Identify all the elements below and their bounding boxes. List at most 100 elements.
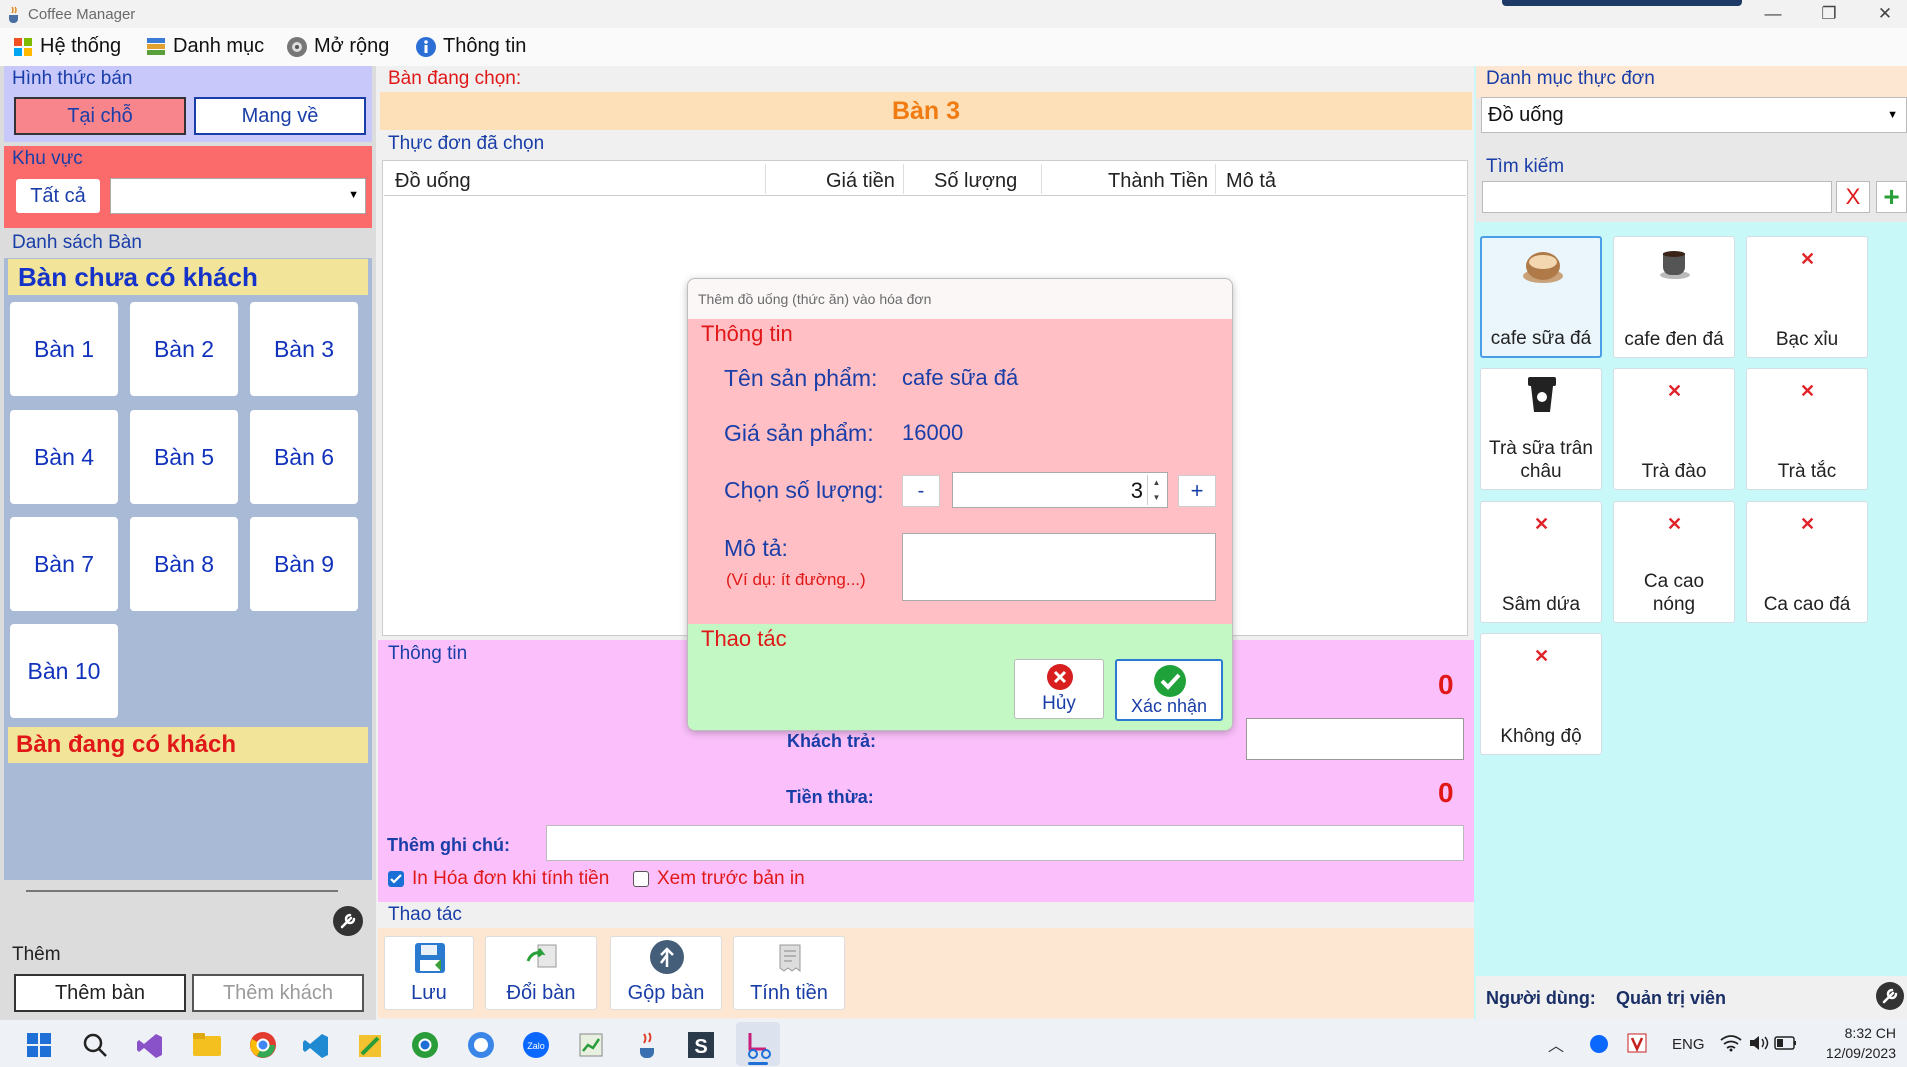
- menu-danh-muc[interactable]: Danh mục: [145, 35, 264, 58]
- dine-in-button[interactable]: Tại chỗ: [14, 97, 186, 135]
- settings-wrench-icon[interactable]: [1876, 982, 1904, 1010]
- browser-icon[interactable]: [410, 1030, 440, 1060]
- clock-time[interactable]: 8:32 CH: [1818, 1025, 1896, 1041]
- preview-print-checkbox[interactable]: [633, 871, 649, 887]
- vscode-icon[interactable]: [302, 1032, 330, 1060]
- print-invoice-checkbox[interactable]: [388, 871, 404, 887]
- area-select[interactable]: ▼: [110, 178, 366, 214]
- decrease-quantity-button[interactable]: -: [902, 475, 940, 507]
- switch-table-button[interactable]: Đổi bàn: [485, 936, 597, 1010]
- battery-icon[interactable]: [1774, 1035, 1798, 1051]
- table-button[interactable]: Bàn 8: [130, 517, 238, 611]
- save-button[interactable]: Lưu: [384, 936, 474, 1010]
- search-input[interactable]: [1482, 181, 1832, 213]
- column-header-do-uong[interactable]: Đồ uống: [395, 170, 471, 193]
- column-header-gia-tien[interactable]: Giá tiền: [826, 170, 895, 193]
- maximize-button[interactable]: ❐: [1801, 0, 1857, 28]
- clear-search-button[interactable]: X: [1836, 181, 1870, 213]
- takeaway-button[interactable]: Mang về: [194, 97, 366, 135]
- cancel-icon: [1047, 664, 1073, 690]
- checkout-button[interactable]: Tính tiền: [733, 936, 845, 1010]
- table-button[interactable]: Bàn 10: [10, 624, 118, 718]
- column-header-mo-ta[interactable]: Mô tả: [1226, 170, 1276, 193]
- zalo-tray-icon[interactable]: [1588, 1034, 1610, 1054]
- column-header-so-luong[interactable]: Số lượng: [934, 170, 1017, 193]
- print-invoice-label[interactable]: In Hóa đơn khi tính tiền: [412, 868, 609, 890]
- increase-quantity-button[interactable]: +: [1178, 475, 1216, 507]
- language-indicator[interactable]: ENG: [1672, 1036, 1705, 1053]
- antivirus-tray-icon[interactable]: [1626, 1032, 1648, 1054]
- close-window-button[interactable]: ✕: [1857, 0, 1907, 28]
- selected-table-value: Bàn 3: [891, 97, 961, 125]
- menu-thong-tin[interactable]: Thông tin: [415, 35, 526, 58]
- confirm-button[interactable]: Xác nhận: [1115, 659, 1223, 721]
- start-icon[interactable]: [26, 1032, 52, 1058]
- actions-panel: Lưu Đổi bàn Gộp bàn Tính tiền: [378, 928, 1474, 1018]
- sql-icon[interactable]: S: [686, 1030, 716, 1060]
- category-header: Danh mục thực đơn: [1476, 66, 1907, 98]
- menu-item-card[interactable]: Trà sữa trân châu: [1480, 368, 1602, 490]
- java-icon[interactable]: [634, 1030, 660, 1060]
- chart-app-icon[interactable]: [577, 1031, 605, 1059]
- clock-date[interactable]: 12/09/2023: [1818, 1045, 1896, 1061]
- edit-wrench-icon[interactable]: [333, 906, 363, 936]
- price-value: 16000: [902, 420, 964, 445]
- gear-disc-icon: [286, 36, 308, 58]
- area-title: Khu vực: [12, 148, 83, 169]
- quantity-stepper[interactable]: 3 ▲ ▼: [952, 472, 1168, 508]
- menu-he-thong[interactable]: Hệ thống: [12, 35, 121, 58]
- menu-mo-rong[interactable]: Mở rộng: [286, 35, 389, 58]
- save-label: Lưu: [411, 982, 447, 1004]
- add-table-button[interactable]: Thêm bàn: [14, 974, 186, 1012]
- zalo-icon[interactable]: Zalo: [521, 1031, 551, 1059]
- menu-item-card[interactable]: ✕ Sâm dứa: [1480, 501, 1602, 623]
- menu-item-card[interactable]: ✕ Trà tắc: [1746, 368, 1868, 490]
- broken-image-icon: ✕: [1800, 514, 1816, 534]
- show-hidden-icons-icon[interactable]: ︿: [1548, 1032, 1564, 1056]
- user-bar: Người dùng: Quản trị viên: [1476, 976, 1907, 1020]
- menu-item-card[interactable]: ✕ Ca cao đá: [1746, 501, 1868, 623]
- table-button[interactable]: Bàn 5: [130, 410, 238, 504]
- cancel-button[interactable]: Hủy: [1014, 659, 1104, 719]
- menu-item-card[interactable]: ✕ Không độ: [1480, 633, 1602, 755]
- add-item-dialog: Thêm đồ uống (thức ăn) vào hóa đơn Thông…: [687, 278, 1233, 731]
- broken-image-icon: ✕: [1800, 249, 1816, 269]
- table-button[interactable]: Bàn 3: [250, 302, 358, 396]
- wifi-icon[interactable]: [1720, 1034, 1742, 1052]
- user-value: Quản trị viên: [1616, 988, 1727, 1008]
- column-header-thanh-tien[interactable]: Thành Tiền: [1108, 170, 1208, 193]
- category-select[interactable]: Đồ uống ▼: [1481, 97, 1907, 133]
- visual-studio-icon[interactable]: [136, 1032, 164, 1060]
- actions-title: Thao tác: [388, 904, 462, 925]
- file-explorer-icon[interactable]: [192, 1032, 222, 1058]
- table-button[interactable]: Bàn 6: [250, 410, 358, 504]
- menu-item-card[interactable]: ✕ Trà đào: [1613, 368, 1735, 490]
- minimize-button[interactable]: —: [1745, 0, 1801, 28]
- merge-table-button[interactable]: Gộp bàn: [610, 936, 722, 1010]
- table-button[interactable]: Bàn 9: [250, 517, 358, 611]
- menu-item-card[interactable]: cafe sữa đá: [1480, 236, 1602, 358]
- search-icon[interactable]: [82, 1032, 108, 1058]
- spin-arrows-icon[interactable]: ▲ ▼: [1147, 475, 1165, 505]
- table-button[interactable]: Bàn 7: [10, 517, 118, 611]
- description-input[interactable]: [902, 533, 1216, 601]
- menu-item-card[interactable]: ✕ Ca cao nóng: [1613, 501, 1735, 623]
- menu-item-card[interactable]: ✕ Bạc xỉu: [1746, 236, 1868, 358]
- volume-icon[interactable]: [1748, 1034, 1770, 1052]
- table-button[interactable]: Bàn 4: [10, 410, 118, 504]
- snipping-tool-icon[interactable]: [744, 1030, 772, 1060]
- menu-item-card[interactable]: cafe đen đá: [1613, 236, 1735, 358]
- add-item-button[interactable]: +: [1876, 181, 1907, 213]
- add-customer-button[interactable]: Thêm khách: [192, 974, 364, 1012]
- checkmark-icon: [390, 874, 402, 884]
- table-button[interactable]: Bàn 2: [130, 302, 238, 396]
- chrome-icon[interactable]: [248, 1030, 278, 1060]
- preview-print-label[interactable]: Xem trước bản in: [657, 868, 805, 890]
- table-button[interactable]: Bàn 1: [10, 302, 118, 396]
- note-input[interactable]: [546, 825, 1464, 861]
- order-list-header: [384, 162, 1466, 196]
- tool-app-icon[interactable]: [356, 1032, 384, 1060]
- all-areas-button[interactable]: Tất cả: [16, 179, 100, 213]
- messenger-icon[interactable]: [467, 1031, 495, 1059]
- customer-pay-input[interactable]: [1246, 718, 1464, 760]
